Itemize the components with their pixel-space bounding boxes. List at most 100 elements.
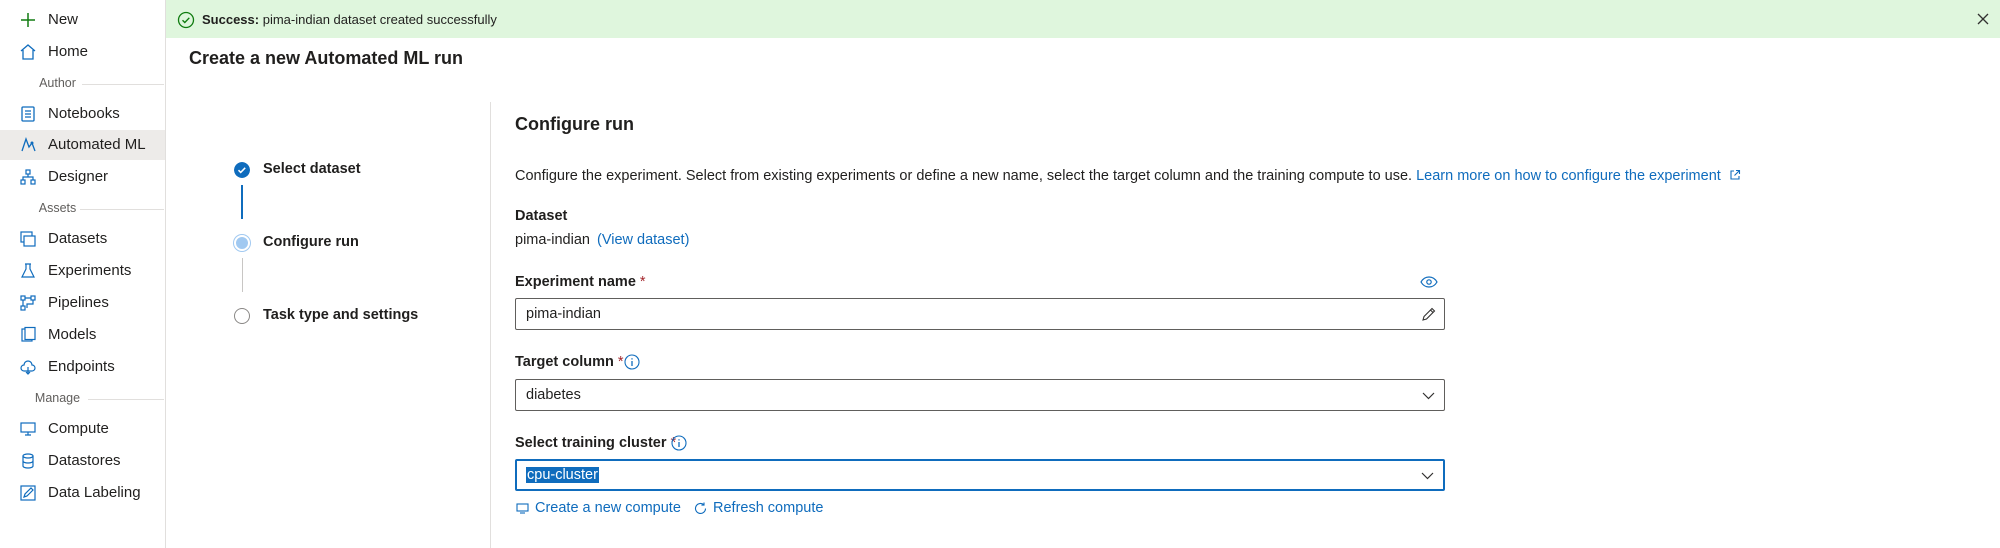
dataset-value-row: pima-indian (View dataset) [515, 232, 689, 248]
step-label: Task type and settings [263, 307, 419, 323]
plus-icon [21, 13, 35, 27]
nav-automated-ml-label: Automated ML [48, 136, 146, 153]
learn-more-text: Learn more on how to configure the exper… [1416, 168, 1721, 184]
section-divider [88, 399, 164, 400]
nav-automated-ml[interactable]: Automated ML [0, 130, 165, 160]
nav-home-label: Home [48, 43, 89, 60]
nav-section-assets: Assets [0, 199, 165, 219]
refresh-compute-link[interactable]: Refresh compute [693, 500, 823, 516]
nav-datasets[interactable]: Datasets [0, 224, 165, 254]
nav-endpoints-label: Endpoints [48, 358, 115, 375]
flask-icon [21, 263, 35, 278]
section-assets-label: Assets [38, 201, 77, 215]
notebook-icon [21, 106, 35, 122]
banner-prefix: Success: [202, 12, 260, 27]
required-mark: * [639, 274, 646, 290]
create-compute-link[interactable]: Create a new compute [516, 500, 681, 516]
vertical-divider [490, 102, 491, 548]
monitor-icon [20, 422, 36, 436]
models-icon [21, 326, 36, 342]
refresh-icon [694, 502, 707, 514]
step-connector [241, 185, 243, 219]
step-complete-icon [234, 162, 250, 178]
label-edit-icon [20, 485, 36, 501]
database-icon [22, 453, 34, 469]
nav-datastores-label: Datastores [48, 452, 121, 469]
page-title: Create a new Automated ML run [189, 48, 464, 68]
nav-experiments[interactable]: Experiments [0, 256, 165, 286]
view-dataset-link[interactable]: (View dataset) [597, 232, 689, 248]
step-label: Select dataset [263, 161, 361, 177]
nav-datasets-label: Datasets [48, 230, 108, 247]
chevron-down-icon [1421, 472, 1434, 480]
section-title: Configure run [515, 114, 634, 134]
info-icon[interactable] [671, 435, 687, 451]
description-text: Configure the experiment. Select from ex… [515, 168, 1413, 184]
description: Configure the experiment. Select from ex… [515, 168, 1741, 184]
nav-data-labeling[interactable]: Data Labeling [0, 478, 165, 508]
left-nav: New Home Author Notebooks Automated ML D… [0, 0, 166, 548]
banner-text: pima-indian dataset created successfully [262, 12, 497, 27]
section-author-label: Author [39, 76, 76, 90]
nav-new-label: New [48, 11, 79, 28]
external-link-icon [1730, 169, 1740, 180]
cluster-value-wrap: cpu-cluster [526, 467, 599, 483]
dataset-value: pima-indian [515, 232, 590, 248]
nav-experiments-label: Experiments [48, 262, 132, 279]
section-divider [82, 84, 164, 85]
check-circle-icon [177, 11, 195, 29]
nav-compute[interactable]: Compute [0, 414, 165, 444]
nav-designer[interactable]: Designer [0, 162, 165, 192]
nav-designer-label: Designer [48, 168, 109, 185]
pencil-icon[interactable] [1421, 307, 1436, 322]
nav-compute-label: Compute [48, 420, 109, 437]
designer-icon [20, 169, 36, 185]
nav-pipelines-label: Pipelines [48, 294, 109, 311]
monitor-add-icon [516, 502, 529, 514]
info-icon[interactable] [624, 354, 640, 370]
nav-section-author: Author [0, 74, 165, 94]
refresh-compute-text: Refresh compute [713, 500, 824, 516]
section-manage-label: Manage [34, 391, 81, 405]
target-column-value: diabetes [526, 387, 581, 403]
experiment-label-text: Experiment name [515, 274, 636, 290]
target-column-dropdown[interactable]: diabetes [515, 379, 1445, 411]
nav-new[interactable]: New [0, 5, 165, 35]
nav-home[interactable]: Home [0, 37, 165, 67]
wizard-stepper: Select dataset Configure run Task type a… [230, 150, 490, 350]
learn-more-link[interactable]: Learn more on how to configure the exper… [1416, 168, 1741, 184]
training-cluster-label: Select training cluster * [515, 435, 676, 451]
nav-pipelines[interactable]: Pipelines [0, 288, 165, 318]
cluster-label-text: Select training cluster [515, 435, 667, 451]
experiment-name-label: Experiment name * [515, 274, 646, 290]
experiment-name-value: pima-indian [526, 306, 601, 322]
nav-models-label: Models [48, 326, 97, 343]
training-cluster-value: cpu-cluster [526, 467, 599, 483]
close-icon[interactable] [1976, 12, 1990, 26]
step-pending-icon [234, 308, 250, 324]
pipeline-icon [20, 295, 36, 311]
nav-models[interactable]: Models [0, 320, 165, 350]
nav-section-manage: Manage [0, 389, 165, 409]
section-divider [80, 209, 164, 210]
step-label: Configure run [263, 234, 359, 250]
nav-notebooks[interactable]: Notebooks [0, 99, 165, 129]
datasets-icon [20, 231, 36, 247]
target-label-text: Target column [515, 354, 614, 370]
step-connector [241, 258, 243, 292]
cloud-icon [20, 360, 36, 375]
required-mark: * [617, 354, 624, 370]
nav-endpoints[interactable]: Endpoints [0, 352, 165, 382]
create-compute-text: Create a new compute [535, 500, 681, 516]
training-cluster-dropdown[interactable]: cpu-cluster [515, 459, 1445, 491]
chevron-down-icon [1422, 392, 1435, 400]
success-banner: Success: pima-indian dataset created suc… [166, 0, 2000, 38]
experiment-name-input[interactable]: pima-indian [515, 298, 1445, 330]
nav-datastores[interactable]: Datastores [0, 446, 165, 476]
dataset-label: Dataset [515, 208, 568, 224]
nav-data-labeling-label: Data Labeling [48, 484, 141, 501]
banner-message: Success: pima-indian dataset created suc… [202, 12, 497, 27]
eye-icon[interactable] [1420, 275, 1438, 289]
home-icon [20, 44, 36, 60]
step-current-icon [234, 235, 250, 251]
